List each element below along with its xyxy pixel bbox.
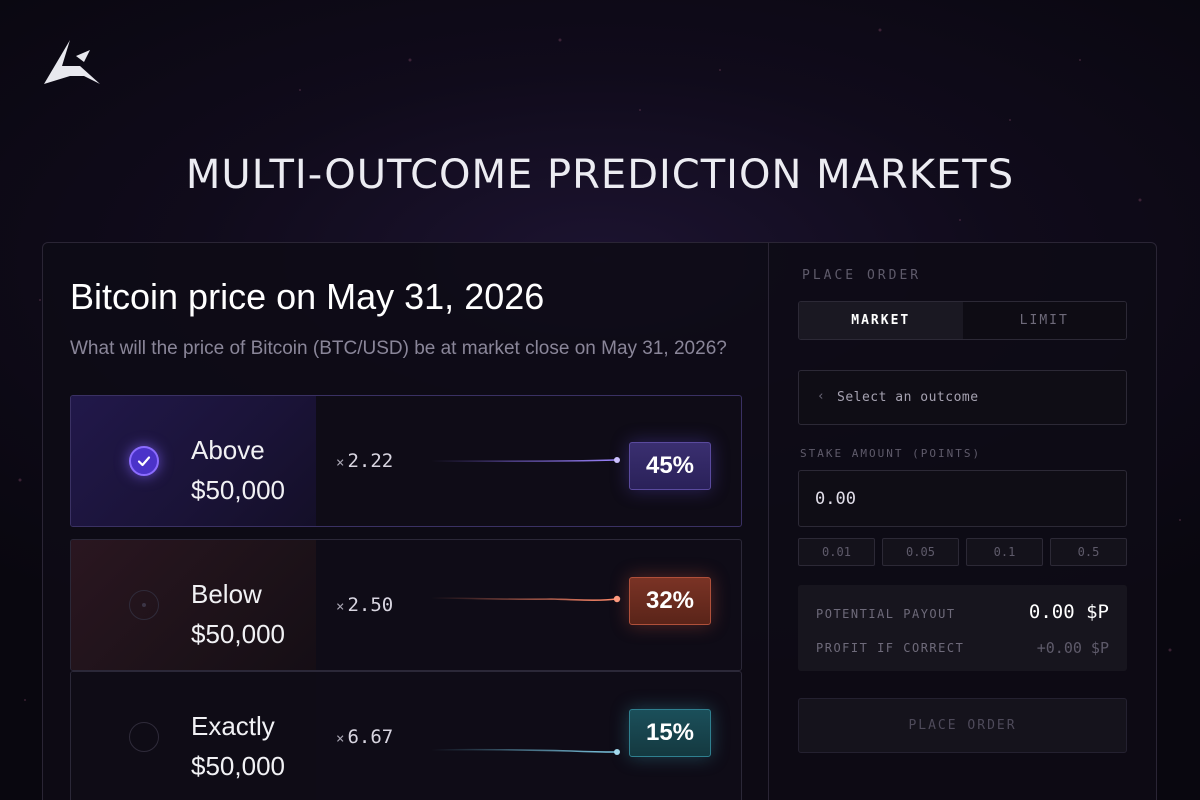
check-icon: [137, 456, 151, 467]
multiplier-value: 2.22: [347, 450, 394, 472]
stake-chip-0.05[interactable]: 0.05: [882, 538, 959, 566]
multiplier-prefix: ×: [336, 455, 345, 471]
tab-limit[interactable]: LIMIT: [962, 302, 1126, 339]
multiplier-value: 6.67: [347, 726, 394, 748]
outcome-percent-badge: 15%: [629, 709, 711, 757]
outcome-label-line1: Above: [191, 435, 265, 465]
outcome-multiplier: × 2.22: [336, 450, 393, 472]
stake-chip-0.01[interactable]: 0.01: [798, 538, 875, 566]
tab-market[interactable]: MARKET: [799, 302, 963, 339]
outcome-label: Exactly $50,000: [191, 706, 285, 786]
outcome-selector-area[interactable]: Below $50,000: [71, 540, 316, 670]
outcome-exactly[interactable]: Exactly $50,000 × 6.67 15%: [70, 671, 742, 800]
potential-payout-label: POTENTIAL PAYOUT: [816, 607, 956, 621]
market-question: What will the price of Bitcoin (BTC/USD)…: [70, 338, 727, 359]
page-headline: MULTI-OUTCOME PREDICTION MARKETS: [185, 152, 1015, 198]
outcome-label-line1: Exactly: [191, 711, 275, 741]
brand-logo-icon[interactable]: [40, 36, 104, 88]
outcome-radio-selected[interactable]: [129, 446, 159, 476]
chevron-left-icon: ‹: [817, 389, 825, 404]
order-type-toggle: MARKET LIMIT: [798, 301, 1127, 340]
profit-value: +0.00 $P: [1036, 639, 1109, 657]
outcome-multiplier: × 2.50: [336, 594, 393, 616]
stake-amount-input[interactable]: 0.00: [798, 470, 1127, 527]
outcome-label-line2: $50,000: [191, 619, 285, 649]
profit-label: PROFIT IF CORRECT: [816, 641, 965, 655]
outcome-sparkline: [431, 748, 620, 755]
outcome-selector-area[interactable]: Exactly $50,000: [71, 672, 316, 800]
outcome-radio[interactable]: [129, 590, 159, 620]
multiplier-value: 2.50: [347, 594, 394, 616]
potential-payout-value: 0.00 $P: [1028, 601, 1109, 623]
outcome-label: Below $50,000: [191, 574, 285, 654]
outcome-radio[interactable]: [129, 722, 159, 752]
outcome-selector-area[interactable]: Above $50,000: [71, 396, 316, 526]
outcome-sparkline: [431, 457, 620, 463]
outcome-multiplier: × 6.67: [336, 726, 393, 748]
outcome-label-line2: $50,000: [191, 751, 285, 781]
place-order-button[interactable]: PLACE ORDER: [798, 698, 1127, 753]
outcome-label-line1: Below: [191, 579, 262, 609]
panel-divider: [768, 242, 769, 800]
outcome-label: Above $50,000: [191, 430, 285, 510]
stake-amount-value: 0.00: [815, 489, 856, 509]
outcome-above[interactable]: Above $50,000 × 2.22 45%: [70, 395, 742, 527]
stake-chips: 0.01 0.05 0.1 0.5: [798, 538, 1127, 566]
outcome-percent-badge: 45%: [629, 442, 711, 490]
payout-summary: POTENTIAL PAYOUT 0.00 $P PROFIT IF CORRE…: [798, 585, 1127, 671]
market-title: Bitcoin price on May 31, 2026: [70, 276, 545, 317]
outcome-select-prompt: Select an outcome: [837, 390, 979, 405]
stake-chip-0.1[interactable]: 0.1: [966, 538, 1043, 566]
stake-chip-0.5[interactable]: 0.5: [1050, 538, 1127, 566]
outcome-below[interactable]: Below $50,000 × 2.50 32%: [70, 539, 742, 671]
outcome-percent-badge: 32%: [629, 577, 711, 625]
place-order-section-label: PLACE ORDER: [802, 268, 922, 283]
outcome-select[interactable]: ‹ Select an outcome: [798, 370, 1127, 425]
outcome-label-line2: $50,000: [191, 475, 285, 505]
stake-amount-label: STAKE AMOUNT (POINTS): [800, 447, 982, 460]
outcome-sparkline: [431, 595, 621, 603]
multiplier-prefix: ×: [336, 599, 345, 615]
multiplier-prefix: ×: [336, 731, 345, 747]
